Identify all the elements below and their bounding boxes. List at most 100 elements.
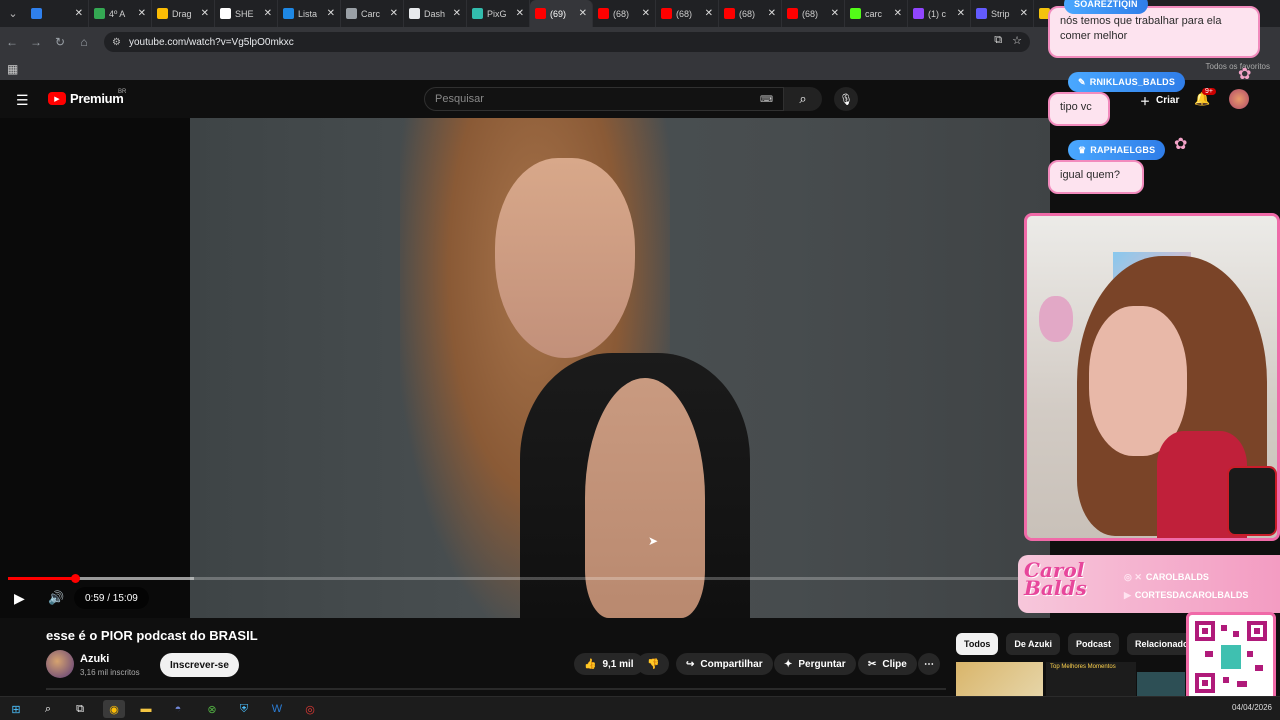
badge-icon: ♛	[1078, 144, 1087, 155]
browser-tab[interactable]: Dash ✕	[404, 0, 467, 27]
menu-icon[interactable]: ☰	[16, 92, 29, 109]
xbox-icon[interactable]: ⊗	[201, 700, 223, 718]
microphone-icon	[1227, 466, 1277, 536]
back-icon[interactable]: ←	[0, 27, 24, 57]
share-button[interactable]: ↪ Compartilhar	[676, 653, 773, 675]
discord-icon[interactable]: ◓	[167, 700, 189, 718]
progress-bar[interactable]	[8, 574, 1042, 583]
close-tab-icon[interactable]: ✕	[75, 8, 83, 19]
browser-tab[interactable]: (68) ✕	[656, 0, 719, 27]
related-thumbnail[interactable]	[956, 662, 1043, 696]
windows-start-icon[interactable]: ⊞	[5, 700, 27, 718]
plus-icon: ＋	[1140, 96, 1150, 108]
browser-tab[interactable]: (1) c ✕	[908, 0, 971, 27]
file-explorer-icon[interactable]: ▬	[135, 700, 157, 718]
qr-code	[1186, 612, 1276, 702]
video-title: esse é o PIOR podcast do BRASIL	[46, 628, 258, 643]
browser-tab[interactable]: ✕	[26, 0, 89, 27]
tab-search-icon[interactable]: ⌄	[0, 0, 26, 27]
close-tab-icon[interactable]: ✕	[894, 8, 902, 19]
chat-username: ✎ RNIKLAUS_BALDS	[1068, 72, 1186, 92]
chip-from-channel[interactable]: De Azuki	[1006, 633, 1061, 655]
ask-button[interactable]: ✦ Perguntar	[774, 653, 856, 675]
search-icon: ⌕	[799, 91, 807, 106]
bookmark-star-icon[interactable]: ☆	[1012, 34, 1022, 47]
play-button[interactable]: ▶	[14, 590, 25, 607]
search-icon[interactable]: ⌕	[37, 700, 59, 718]
subscribe-button[interactable]: Inscrever-se	[160, 653, 239, 677]
related-thumbnail[interactable]	[1137, 672, 1185, 696]
tab-title: Drag	[172, 8, 192, 19]
apps-grid-icon[interactable]: ▦	[7, 62, 18, 76]
close-tab-icon[interactable]: ✕	[768, 8, 776, 19]
progress-played	[8, 577, 76, 580]
like-button[interactable]: 👍 9,1 mil	[574, 653, 644, 675]
app-icon[interactable]: ◎	[299, 700, 321, 718]
site-info-icon[interactable]: ⚙	[112, 37, 121, 48]
install-icon[interactable]: ⧉	[994, 34, 1002, 47]
home-icon[interactable]: ⌂	[72, 27, 96, 57]
browser-tab[interactable]: (68) ✕	[593, 0, 656, 27]
video-info: esse é o PIOR podcast do BRASIL Azuki 3,…	[0, 618, 1050, 696]
tab-favicon-icon	[346, 8, 357, 19]
close-tab-icon[interactable]: ✕	[705, 8, 713, 19]
search-button[interactable]: ⌕	[784, 87, 822, 111]
close-tab-icon[interactable]: ✕	[831, 8, 839, 19]
task-view-icon[interactable]: ⧉	[69, 700, 91, 718]
channel-avatar[interactable]	[46, 650, 74, 678]
close-tab-icon[interactable]: ✕	[201, 8, 209, 19]
browser-tab[interactable]: Carc ✕	[341, 0, 404, 27]
tab-favicon-icon	[472, 8, 483, 19]
close-tab-icon[interactable]: ✕	[138, 8, 146, 19]
browser-tab[interactable]: Lista ✕	[278, 0, 341, 27]
browser-tab[interactable]: Strip ✕	[971, 0, 1034, 27]
clip-button[interactable]: ✂ Clipe	[858, 653, 917, 675]
close-tab-icon[interactable]: ✕	[1020, 8, 1028, 19]
scrubber-handle[interactable]	[71, 574, 81, 583]
volume-button[interactable]: 🔊	[48, 590, 64, 606]
chip-podcast[interactable]: Podcast	[1068, 633, 1120, 655]
browser-tab[interactable]: (69) ✕	[530, 0, 593, 27]
close-tab-icon[interactable]: ✕	[390, 8, 398, 19]
close-tab-icon[interactable]: ✕	[642, 8, 650, 19]
chrome-icon[interactable]: ◉	[103, 700, 125, 718]
browser-tab[interactable]: SHE ✕	[215, 0, 278, 27]
account-avatar[interactable]	[1229, 89, 1249, 109]
chat-message: igual quem?	[1048, 160, 1144, 194]
video-player[interactable]: ▶ 🔊 0:59 / 15:09 ➤	[0, 118, 1050, 618]
browser-tab[interactable]: Drag ✕	[152, 0, 215, 27]
more-actions-button[interactable]: ⋯	[918, 653, 940, 675]
browser-tab[interactable]: 4º A ✕	[89, 0, 152, 27]
social-handle: ▶ CORTESDACAROLBALDS	[1124, 587, 1248, 603]
security-icon[interactable]: ⛨	[233, 700, 255, 718]
related-thumbnail[interactable]: Top Melhores Momentos	[1046, 662, 1136, 696]
close-tab-icon[interactable]: ✕	[957, 8, 965, 19]
keyboard-icon[interactable]: ⌨	[760, 94, 773, 105]
word-icon[interactable]: W	[266, 700, 288, 718]
browser-tab[interactable]: PixG ✕	[467, 0, 530, 27]
dislike-button[interactable]: 👎	[637, 653, 670, 675]
forward-icon[interactable]: →	[24, 27, 48, 57]
tab-title: (68)	[802, 8, 819, 19]
browser-tab[interactable]: (68) ✕	[782, 0, 845, 27]
browser-tab[interactable]: carc ✕	[845, 0, 908, 27]
close-tab-icon[interactable]: ✕	[264, 8, 272, 19]
video-person-face	[495, 158, 635, 358]
clip-label: Clipe	[882, 658, 907, 670]
close-tab-icon[interactable]: ✕	[579, 8, 587, 19]
youtube-logo[interactable]: ▶ Premium	[48, 91, 124, 106]
more-icon: ⋯	[924, 658, 934, 670]
flower-icon: ✿	[1174, 136, 1188, 153]
voice-search-button[interactable]: 🎙	[834, 87, 858, 111]
reload-icon[interactable]: ↻	[48, 27, 72, 57]
close-tab-icon[interactable]: ✕	[516, 8, 524, 19]
channel-name[interactable]: Azuki	[80, 653, 109, 665]
create-button[interactable]: ＋ Criar	[1130, 89, 1189, 111]
browser-tab[interactable]: (68) ✕	[719, 0, 782, 27]
chat-username-text: SOAREZTIQIN	[1074, 0, 1138, 9]
close-tab-icon[interactable]: ✕	[453, 8, 461, 19]
close-tab-icon[interactable]: ✕	[327, 8, 335, 19]
address-bar[interactable]: ⚙ youtube.com/watch?v=Vg5lpO0mkxc ⧉ ☆	[104, 32, 1030, 52]
chip-all[interactable]: Todos	[956, 633, 999, 655]
search-input[interactable]: Pesquisar ⌨	[424, 87, 784, 111]
